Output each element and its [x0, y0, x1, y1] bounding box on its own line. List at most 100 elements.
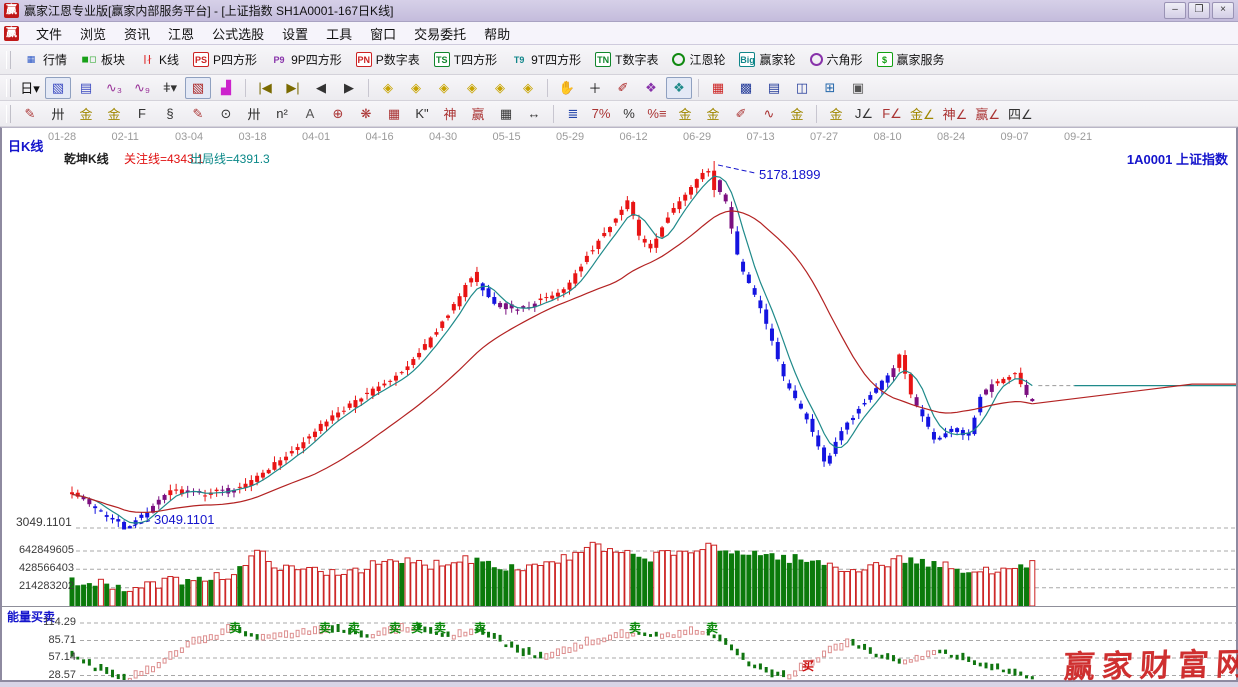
gold-ruler-tool[interactable]: 金 — [73, 103, 99, 125]
gold-angle2-tool[interactable]: 金∠ — [907, 103, 938, 125]
toolbar-label: P四方形 — [213, 51, 257, 68]
network-button[interactable]: ⊞ — [817, 77, 843, 99]
maximize-button[interactable]: ❐ — [1188, 2, 1210, 19]
gold2-tool[interactable]: 金 — [784, 103, 810, 125]
menu-3[interactable]: 江恩 — [159, 22, 203, 45]
circle-cross-tool[interactable]: ⊕ — [325, 103, 351, 125]
toolbar-button-K线[interactable]: ∣∤K线 — [132, 48, 186, 71]
number-grid-tool[interactable]: ▦ — [493, 103, 519, 125]
gann-clock-tool[interactable]: ⊙ — [213, 103, 239, 125]
first-page-button[interactable]: |◀ — [252, 77, 278, 99]
percent-tool[interactable]: % — [616, 103, 642, 125]
buy-signal: 买 — [802, 657, 814, 674]
histogram-button[interactable]: ▟ — [213, 77, 239, 99]
scale-tool[interactable]: ≣ — [560, 103, 586, 125]
si-angle-tool[interactable]: 四∠ — [1005, 103, 1036, 125]
gold-ruler2-tool[interactable]: 金 — [101, 103, 127, 125]
pointer-pen-button[interactable]: ✐ — [610, 77, 636, 99]
toolbar-button-P四方形[interactable]: PSP四方形 — [186, 48, 264, 71]
ying-tool[interactable]: 赢 — [465, 103, 491, 125]
toolbar-label: P数字表 — [376, 51, 420, 68]
menu-0[interactable]: 文件 — [27, 22, 71, 45]
analysis-button[interactable]: ❖ — [666, 77, 692, 99]
kline-mark-tool[interactable]: K" — [409, 103, 435, 125]
fibonacci-tool[interactable]: F — [129, 103, 155, 125]
toolbar-button-9T四方形[interactable]: T99T四方形 — [504, 48, 588, 71]
menu-2[interactable]: 资讯 — [115, 22, 159, 45]
crosshair-button[interactable]: ＋ — [582, 77, 608, 99]
zigzag-box-button[interactable]: ▧ — [185, 77, 211, 99]
toolbar-button-六角形[interactable]: 六角形 — [803, 48, 870, 71]
square-number-tool[interactable]: n² — [269, 103, 295, 125]
spiral-tool[interactable]: § — [157, 103, 183, 125]
sell-signal-2: 卖 — [348, 619, 360, 636]
gold-angle-tool[interactable]: 金 — [823, 103, 849, 125]
trend-chart-button[interactable]: ▧ — [45, 77, 71, 99]
angle-compass-tool[interactable]: ✎ — [185, 103, 211, 125]
wave-band-tool[interactable]: ∿ — [756, 103, 782, 125]
ying-angle-tool[interactable]: 赢∠ — [972, 103, 1003, 125]
gann-tools-button[interactable]: ❖ — [638, 77, 664, 99]
ruler-tool[interactable]: 卅 — [45, 103, 71, 125]
minimize-button[interactable]: – — [1164, 2, 1186, 19]
toolbar-button-赢家服务[interactable]: $赢家服务 — [870, 48, 952, 71]
date-label-03-04: 03-04 — [175, 131, 203, 143]
print-button[interactable]: ▣ — [845, 77, 871, 99]
date-label-06-29: 06-29 — [683, 131, 711, 143]
drag-hand-button[interactable]: ✋ — [554, 77, 580, 99]
compass-tool[interactable]: ✎ — [17, 103, 43, 125]
shift-right-button[interactable]: ◈ — [403, 77, 429, 99]
mark-pen-tool[interactable]: ✐ — [728, 103, 754, 125]
grid-box-tool[interactable]: ▦ — [381, 103, 407, 125]
chart-area[interactable]: 01-2802-1103-0403-1804-0104-1604-3005-15… — [0, 127, 1238, 682]
menu-4[interactable]: 公式选股 — [203, 22, 273, 45]
toolbar-button-江恩轮[interactable]: 江恩轮 — [665, 48, 732, 71]
price-axis-label: 3049.1101 — [16, 515, 72, 529]
period-dropdown-button[interactable]: 日▾ — [17, 77, 43, 99]
menu-9[interactable]: 帮助 — [475, 22, 519, 45]
andrews-tool[interactable]: A — [297, 103, 323, 125]
toolbar-button-赢家轮[interactable]: Big赢家轮 — [732, 48, 802, 71]
close-button[interactable]: × — [1212, 2, 1234, 19]
gold-circle-tool[interactable]: 金 — [672, 103, 698, 125]
notes-button[interactable]: ▤ — [761, 77, 787, 99]
expand-h-button[interactable]: ◈ — [431, 77, 457, 99]
prev-bar-button[interactable]: ◀ — [308, 77, 334, 99]
menu-8[interactable]: 交易委托 — [405, 22, 475, 45]
percent7-tool[interactable]: 7% — [588, 103, 614, 125]
price-ruler-tool[interactable]: 卅 — [241, 103, 267, 125]
last-page-button[interactable]: ▶| — [280, 77, 306, 99]
wave3-button[interactable]: ∿₃ — [101, 77, 127, 99]
toolbar-button-板块[interactable]: ◼◻板块 — [74, 48, 132, 71]
toolbar-button-T数字表[interactable]: TNT数字表 — [588, 48, 665, 71]
shen-angle-tool[interactable]: 神∠ — [940, 103, 971, 125]
toolbar-button-T四方形[interactable]: TST四方形 — [427, 48, 504, 71]
percent-line-tool[interactable]: %≡ — [644, 103, 670, 125]
web-tool[interactable]: ❋ — [353, 103, 379, 125]
wave9-button[interactable]: ∿₉ — [129, 77, 155, 99]
toolbar-button-P数字表[interactable]: PNP数字表 — [349, 48, 427, 71]
calendar-button[interactable]: ▦ — [705, 77, 731, 99]
calculator-button[interactable]: ▩ — [733, 77, 759, 99]
kline-chart-canvas[interactable] — [2, 128, 1236, 680]
menu-1[interactable]: 浏览 — [71, 22, 115, 45]
shift-left-button[interactable]: ◈ — [375, 77, 401, 99]
toolbar-button-行情[interactable]: ▦行情 — [16, 48, 74, 71]
compress-h-button[interactable]: ◈ — [459, 77, 485, 99]
f-angle-tool[interactable]: F∠ — [879, 103, 905, 125]
gold-line-tool[interactable]: 金 — [700, 103, 726, 125]
toolbar-label: 行情 — [43, 51, 67, 68]
next-bar-button[interactable]: ▶ — [336, 77, 362, 99]
toolbar-button-9P四方形[interactable]: P99P四方形 — [264, 48, 349, 71]
menu-7[interactable]: 窗口 — [361, 22, 405, 45]
menu-6[interactable]: 工具 — [317, 22, 361, 45]
compress-all-button[interactable]: ◈ — [487, 77, 513, 99]
candle-style-dropdown[interactable]: ǂ▾ — [157, 77, 183, 99]
expand-all-button[interactable]: ◈ — [515, 77, 541, 99]
shen-tool[interactable]: 神 — [437, 103, 463, 125]
h-measure-tool[interactable]: ↔ — [521, 103, 547, 125]
j-angle-tool[interactable]: J∠ — [851, 103, 877, 125]
save-button[interactable]: ◫ — [789, 77, 815, 99]
menu-5[interactable]: 设置 — [273, 22, 317, 45]
info-document-button[interactable]: ▤ — [73, 77, 99, 99]
